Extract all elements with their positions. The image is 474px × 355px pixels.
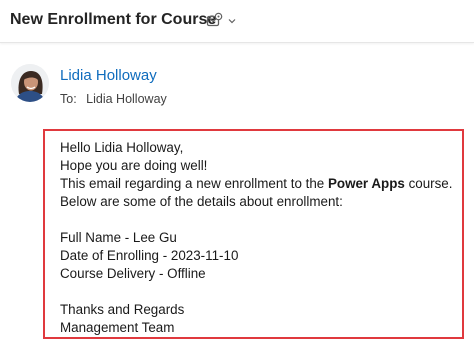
detail-course-delivery: Course Delivery - Offline [60,266,206,281]
detail-full-name: Full Name - Lee Gu [60,230,177,245]
recipient-line: To: Lidia Holloway [60,92,167,106]
body-course-suffix: course. [404,176,453,191]
message-body: Hello Lidia Holloway, Hope you are doing… [60,139,462,337]
sender-name[interactable]: Lidia Holloway [60,67,157,84]
message-header: New Enrollment for Course [0,0,474,43]
body-course-prefix: This email regarding a new enrollment to… [60,176,328,191]
sender-avatar[interactable] [11,64,49,102]
mail-settings-icon [205,12,223,30]
message-subject: New Enrollment for Course [10,11,217,28]
recipient-name[interactable]: Lidia Holloway [86,92,167,106]
body-line: Hope you are doing well! [60,158,208,173]
body-closing: Thanks and Regards [60,302,185,317]
chevron-down-icon [227,16,237,26]
body-signature: Management Team [60,320,175,335]
subject-actions-menu[interactable] [205,10,237,32]
course-name: Power Apps [327,176,405,191]
body-course-line: This email regarding a new enrollment to… [60,175,462,193]
to-label: To: [60,92,77,106]
detail-date-of-enrolling: Date of Enrolling - 2023-11-10 [60,248,239,263]
body-greeting: Hello Lidia Holloway, [60,140,184,155]
body-line: Below are some of the details about enro… [60,194,343,209]
